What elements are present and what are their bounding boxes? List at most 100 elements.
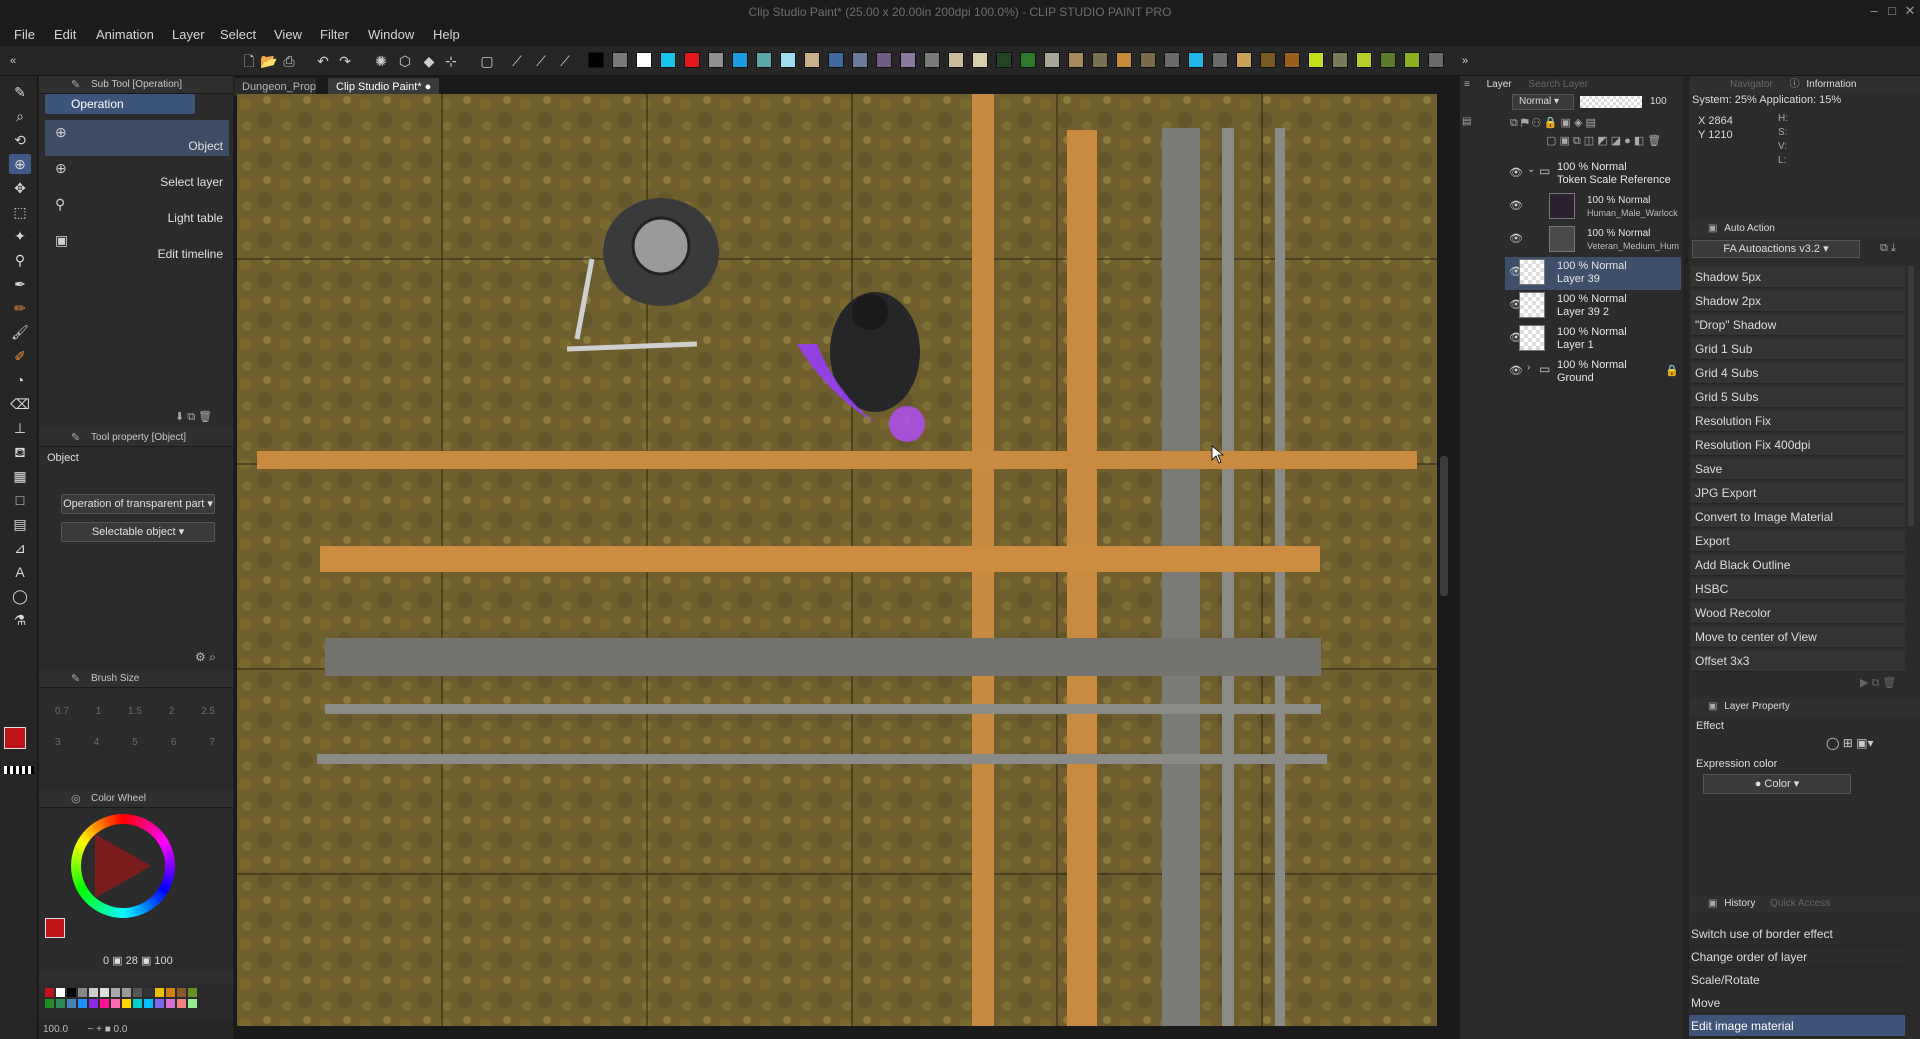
menu-help[interactable]: Help xyxy=(433,27,460,42)
palette-swatch[interactable] xyxy=(1068,52,1084,68)
pencil-icon[interactable]: ✏ xyxy=(9,298,31,318)
color-set-swatch[interactable] xyxy=(45,988,54,997)
palette-swatch[interactable] xyxy=(996,52,1012,68)
auto-action-item[interactable]: Wood Recolor xyxy=(1691,602,1905,624)
layer-row-layer39[interactable]: 👁 ✎ 100 % NormalLayer 39 xyxy=(1505,257,1681,290)
tab-search-layer[interactable]: Search Layer xyxy=(1528,79,1587,90)
palette-swatch[interactable] xyxy=(732,52,748,68)
menu-select[interactable]: Select xyxy=(220,27,256,42)
transform-icon[interactable]: ⊹ xyxy=(442,52,460,70)
collapse-right-icon[interactable]: » xyxy=(1456,52,1474,70)
color-set-swatch[interactable] xyxy=(78,999,87,1008)
auto-action-item[interactable]: Resolution Fix 400dpi xyxy=(1691,434,1905,456)
palette-swatch[interactable] xyxy=(756,52,772,68)
blend-icon[interactable]: ◔ xyxy=(9,370,31,390)
auto-action-item[interactable]: Grid 1 Sub xyxy=(1691,338,1905,360)
gradient-icon[interactable]: ▦ xyxy=(9,466,31,486)
zoom-icon[interactable]: ⌕ xyxy=(9,106,31,126)
color-set-swatch[interactable] xyxy=(166,988,175,997)
selection-icon[interactable]: ▢ xyxy=(478,52,496,70)
color-set-tabs[interactable] xyxy=(39,971,233,985)
pen-tool-icon[interactable]: ✒ xyxy=(9,274,31,294)
folder-expand-icon[interactable]: › xyxy=(1527,362,1530,373)
color-triangle[interactable] xyxy=(95,834,151,898)
color-set-swatch[interactable] xyxy=(45,999,54,1008)
canvas-scrollbar[interactable] xyxy=(1440,456,1448,596)
palette-swatch[interactable] xyxy=(1284,52,1300,68)
opacity-slider[interactable] xyxy=(1580,96,1642,108)
lasso-icon[interactable]: ⟲ xyxy=(9,130,31,150)
snap-ruler-icon[interactable]: ⟋ xyxy=(532,52,550,70)
palette-swatch[interactable] xyxy=(1020,52,1036,68)
redo-icon[interactable]: ↷ xyxy=(336,52,354,70)
color-set-swatch[interactable] xyxy=(144,999,153,1008)
snap-grid-icon[interactable]: ⟋ xyxy=(556,52,574,70)
palette-swatch[interactable] xyxy=(900,52,916,68)
auto-action-item[interactable]: Shadow 2px xyxy=(1691,290,1905,312)
palette-swatch[interactable] xyxy=(876,52,892,68)
magic-wand-icon[interactable]: ✦ xyxy=(9,226,31,246)
palette-swatch[interactable] xyxy=(1140,52,1156,68)
auto-action-item[interactable]: Export xyxy=(1691,530,1905,552)
layer-row-token-scale[interactable]: 👁 ⌄ ▭ 100 % Normal Token Scale Reference xyxy=(1505,158,1915,191)
history-item[interactable]: Edit image material xyxy=(1689,1015,1905,1037)
auto-action-play-icons[interactable]: ▶ ⧉ 🗑 xyxy=(1860,676,1896,690)
color-set-swatch[interactable] xyxy=(67,988,76,997)
subtool-light-table[interactable]: ⚲ Light table xyxy=(45,192,229,228)
history-item[interactable]: Move xyxy=(1689,992,1905,1014)
history-item[interactable]: Scale/Rotate xyxy=(1689,969,1905,991)
subtool-object[interactable]: ⊕ Object xyxy=(45,120,229,156)
stone-strip-vertical[interactable] xyxy=(1162,128,1200,1026)
color-set-swatch[interactable] xyxy=(89,988,98,997)
text-icon[interactable]: A xyxy=(9,562,31,582)
effect-icons[interactable]: ◯ ⊞ ▣▾ xyxy=(1826,736,1874,750)
palette-swatch[interactable] xyxy=(1164,52,1180,68)
auto-action-item[interactable]: JPG Export xyxy=(1691,482,1905,504)
color-set-swatch[interactable] xyxy=(133,988,142,997)
palette-swatch[interactable] xyxy=(1332,52,1348,68)
palette-swatch[interactable] xyxy=(1380,52,1396,68)
palette-swatch[interactable] xyxy=(1428,52,1444,68)
auto-action-item[interactable]: Resolution Fix xyxy=(1691,410,1905,432)
blend-mode-select[interactable]: Normal ▾ xyxy=(1512,94,1574,110)
eraser-icon[interactable]: ⌫ xyxy=(9,394,31,414)
auto-action-item[interactable]: Grid 4 Subs xyxy=(1691,362,1905,384)
brush-size-presets[interactable]: 0.7 1 1.5 2 2.5 34567 xyxy=(55,706,215,748)
maximize-icon[interactable]: □ xyxy=(1884,3,1900,18)
color-set-swatch[interactable] xyxy=(78,988,87,997)
wood-plank-vertical[interactable] xyxy=(1067,130,1097,1026)
color-set-swatch[interactable] xyxy=(56,988,65,997)
color-set-swatch[interactable] xyxy=(177,988,186,997)
fill-bucket-icon[interactable]: ⛾ xyxy=(9,442,31,462)
auto-action-item[interactable]: HSBC xyxy=(1691,578,1905,600)
palette-swatch[interactable] xyxy=(948,52,964,68)
tab-information[interactable]: Information xyxy=(1806,79,1856,90)
auto-action-set-select[interactable]: FA Autoactions v3.2 ▾ xyxy=(1692,240,1860,258)
auto-action-item[interactable]: Shadow 5px xyxy=(1691,266,1905,288)
auto-action-item[interactable]: "Drop" Shadow xyxy=(1691,314,1905,336)
color-set-swatch[interactable] xyxy=(100,999,109,1008)
palette-swatch[interactable] xyxy=(1212,52,1228,68)
auto-action-item[interactable]: Grid 5 Subs xyxy=(1691,386,1905,408)
new-file-icon[interactable]: 🗋 xyxy=(240,52,258,70)
transparent-part-dropdown[interactable]: Operation of transparent part ▾ xyxy=(61,494,215,514)
palette-swatch[interactable] xyxy=(1356,52,1372,68)
color-set-swatch[interactable] xyxy=(122,999,131,1008)
menu-filter[interactable]: Filter xyxy=(320,27,349,42)
history-item[interactable]: Switch use of border effect xyxy=(1689,923,1905,945)
history-item[interactable]: Change order of layer xyxy=(1689,946,1905,968)
minimize-icon[interactable]: – xyxy=(1866,3,1882,18)
save-icon[interactable]: ⎙ xyxy=(280,52,298,70)
snap-ruler-icon[interactable]: ⟋ xyxy=(508,52,526,70)
menu-file[interactable]: File xyxy=(14,27,35,42)
layer-side-tools[interactable]: ▤ xyxy=(1462,116,1476,1016)
tab-history[interactable]: History xyxy=(1724,898,1755,909)
transparent-color-swatch[interactable] xyxy=(4,766,34,774)
palette-swatch[interactable] xyxy=(612,52,628,68)
auto-action-item[interactable]: Add Black Outline xyxy=(1691,554,1905,576)
wood-plank-horizontal[interactable] xyxy=(257,451,1417,469)
pen-icon[interactable]: ✎ xyxy=(9,82,31,102)
figure-icon[interactable]: □ xyxy=(9,490,31,510)
object-tool-icon[interactable]: ⊕ xyxy=(9,154,31,174)
tab-layer[interactable]: Layer xyxy=(1487,79,1512,90)
